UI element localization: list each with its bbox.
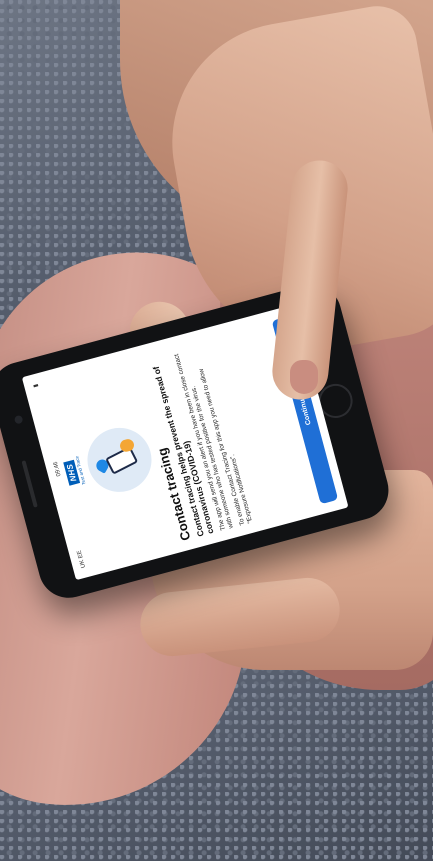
carrier-label: UK EE xyxy=(76,549,88,569)
phone-camera xyxy=(13,414,24,425)
fingernail xyxy=(290,360,318,394)
time-label: 09:46 xyxy=(52,460,63,477)
phone-shield-icon xyxy=(80,420,159,500)
battery-icon: ▮ xyxy=(32,383,40,389)
phone-speaker xyxy=(21,460,38,508)
photo-scene: UK EE 09:46 ▮ NHS Test and Trace Contact… xyxy=(0,0,433,861)
